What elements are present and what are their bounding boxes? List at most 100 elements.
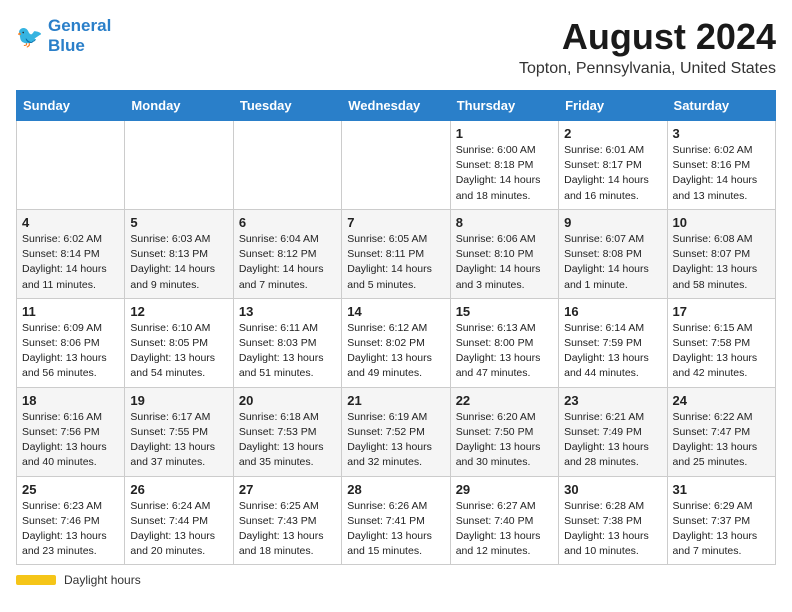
day-info: Sunrise: 6:27 AMSunset: 7:40 PMDaylight:… (456, 499, 553, 560)
svg-text:🐦: 🐦 (16, 23, 43, 48)
day-number: 22 (456, 393, 553, 408)
calendar-cell: 17 Sunrise: 6:15 AMSunset: 7:58 PMDayligh… (667, 298, 775, 387)
day-info: Sunrise: 6:17 AMSunset: 7:55 PMDaylight:… (130, 410, 227, 471)
calendar-cell: 19 Sunrise: 6:17 AMSunset: 7:55 PMDayligh… (125, 387, 233, 476)
day-info: Sunrise: 6:26 AMSunset: 7:41 PMDaylight:… (347, 499, 444, 560)
day-info: Sunrise: 6:14 AMSunset: 7:59 PMDaylight:… (564, 321, 661, 382)
day-info: Sunrise: 6:15 AMSunset: 7:58 PMDaylight:… (673, 321, 770, 382)
daylight-label: Daylight hours (64, 573, 141, 587)
day-info: Sunrise: 6:29 AMSunset: 7:37 PMDaylight:… (673, 499, 770, 560)
day-info: Sunrise: 6:25 AMSunset: 7:43 PMDaylight:… (239, 499, 336, 560)
calendar-cell: 9Sunrise: 6:07 AMSunset: 8:08 PMDaylight… (559, 209, 667, 298)
day-number: 13 (239, 304, 336, 319)
calendar-cell: 29 Sunrise: 6:27 AMSunset: 7:40 PMDayligh… (450, 476, 558, 565)
day-number: 11 (22, 304, 119, 319)
logo-general: General (48, 16, 111, 35)
calendar-cell: 31 Sunrise: 6:29 AMSunset: 7:37 PMDayligh… (667, 476, 775, 565)
day-number: 1 (456, 126, 553, 141)
day-info: Sunrise: 6:12 AMSunset: 8:02 PMDaylight:… (347, 321, 444, 382)
day-number: 8 (456, 215, 553, 230)
day-info: Sunrise: 6:11 AMSunset: 8:03 PMDaylight:… (239, 321, 336, 382)
weekday-header-sunday: Sunday (17, 91, 125, 121)
weekday-header-friday: Friday (559, 91, 667, 121)
day-number: 5 (130, 215, 227, 230)
calendar-cell: 8 Sunrise: 6:06 AMSunset: 8:10 PMDaylight… (450, 209, 558, 298)
day-info: Sunrise: 6:02 AMSunset: 8:16 PMDaylight:… (673, 143, 770, 204)
day-number: 31 (673, 482, 770, 497)
day-number: 29 (456, 482, 553, 497)
calendar-cell: 24 Sunrise: 6:22 AMSunset: 7:47 PMDayligh… (667, 387, 775, 476)
day-info: Sunrise: 6:13 AMSunset: 8:00 PMDaylight:… (456, 321, 553, 382)
day-info: Sunrise: 6:01 AMSunset: 8:17 PMDaylight:… (564, 143, 661, 204)
day-info: Sunrise: 6:02 AMSunset: 8:14 PMDaylight:… (22, 232, 119, 293)
day-info: Sunrise: 6:16 AMSunset: 7:56 PMDaylight:… (22, 410, 119, 471)
calendar-cell (342, 121, 450, 210)
day-info: Sunrise: 6:06 AMSunset: 8:10 PMDaylight:… (456, 232, 553, 293)
location-title: Topton, Pennsylvania, United States (519, 60, 776, 78)
day-info: Sunrise: 6:19 AMSunset: 7:52 PMDaylight:… (347, 410, 444, 471)
day-number: 18 (22, 393, 119, 408)
calendar-cell: 23Sunrise: 6:21 AMSunset: 7:49 PMDayligh… (559, 387, 667, 476)
calendar-cell: 28Sunrise: 6:26 AMSunset: 7:41 PMDayligh… (342, 476, 450, 565)
day-number: 17 (673, 304, 770, 319)
calendar-cell: 22 Sunrise: 6:20 AMSunset: 7:50 PMDayligh… (450, 387, 558, 476)
day-number: 21 (347, 393, 444, 408)
day-info: Sunrise: 6:05 AMSunset: 8:11 PMDaylight:… (347, 232, 444, 293)
calendar-cell: 12 Sunrise: 6:10 AMSunset: 8:05 PMDayligh… (125, 298, 233, 387)
calendar-cell: 16 Sunrise: 6:14 AMSunset: 7:59 PMDayligh… (559, 298, 667, 387)
calendar-cell: 5Sunrise: 6:03 AMSunset: 8:13 PMDaylight… (125, 209, 233, 298)
calendar-cell: 27 Sunrise: 6:25 AMSunset: 7:43 PMDayligh… (233, 476, 341, 565)
day-info: Sunrise: 6:18 AMSunset: 7:53 PMDaylight:… (239, 410, 336, 471)
calendar-table: SundayMondayTuesdayWednesdayThursdayFrid… (16, 90, 776, 565)
day-number: 3 (673, 126, 770, 141)
logo-icon: 🐦 (16, 22, 44, 50)
title-area: August 2024 Topton, Pennsylvania, United… (519, 16, 776, 78)
day-info: Sunrise: 6:23 AMSunset: 7:46 PMDaylight:… (22, 499, 119, 560)
calendar-cell: 18 Sunrise: 6:16 AMSunset: 7:56 PMDayligh… (17, 387, 125, 476)
weekday-header-saturday: Saturday (667, 91, 775, 121)
calendar-week-3: 11 Sunrise: 6:09 AMSunset: 8:06 PMDayligh… (17, 298, 776, 387)
day-info: Sunrise: 6:21 AMSunset: 7:49 PMDaylight:… (564, 410, 661, 471)
weekday-header-thursday: Thursday (450, 91, 558, 121)
day-number: 24 (673, 393, 770, 408)
day-number: 15 (456, 304, 553, 319)
calendar-cell: 1 Sunrise: 6:00 AMSunset: 8:18 PMDaylight… (450, 121, 558, 210)
day-number: 12 (130, 304, 227, 319)
daylight-bar-icon (16, 575, 56, 585)
month-title: August 2024 (519, 16, 776, 58)
day-number: 19 (130, 393, 227, 408)
footer: Daylight hours (16, 573, 776, 587)
calendar-cell: 10 Sunrise: 6:08 AMSunset: 8:07 PMDayligh… (667, 209, 775, 298)
page-header: 🐦 General Blue August 2024 Topton, Penns… (16, 16, 776, 78)
day-info: Sunrise: 6:20 AMSunset: 7:50 PMDaylight:… (456, 410, 553, 471)
day-info: Sunrise: 6:00 AMSunset: 8:18 PMDaylight:… (456, 143, 553, 204)
calendar-cell: 3 Sunrise: 6:02 AMSunset: 8:16 PMDaylight… (667, 121, 775, 210)
calendar-cell: 7 Sunrise: 6:05 AMSunset: 8:11 PMDaylight… (342, 209, 450, 298)
day-number: 16 (564, 304, 661, 319)
calendar-cell (125, 121, 233, 210)
calendar-cell: 13 Sunrise: 6:11 AMSunset: 8:03 PMDayligh… (233, 298, 341, 387)
calendar-week-2: 4Sunrise: 6:02 AMSunset: 8:14 PMDaylight… (17, 209, 776, 298)
day-info: Sunrise: 6:08 AMSunset: 8:07 PMDaylight:… (673, 232, 770, 293)
day-info: Sunrise: 6:09 AMSunset: 8:06 PMDaylight:… (22, 321, 119, 382)
day-number: 10 (673, 215, 770, 230)
day-number: 7 (347, 215, 444, 230)
day-info: Sunrise: 6:10 AMSunset: 8:05 PMDaylight:… (130, 321, 227, 382)
calendar-cell: 2 Sunrise: 6:01 AMSunset: 8:17 PMDaylight… (559, 121, 667, 210)
calendar-cell: 25 Sunrise: 6:23 AMSunset: 7:46 PMDayligh… (17, 476, 125, 565)
day-info: Sunrise: 6:24 AMSunset: 7:44 PMDaylight:… (130, 499, 227, 560)
calendar-cell: 4Sunrise: 6:02 AMSunset: 8:14 PMDaylight… (17, 209, 125, 298)
weekday-header-tuesday: Tuesday (233, 91, 341, 121)
day-number: 25 (22, 482, 119, 497)
logo: 🐦 General Blue (16, 16, 111, 55)
logo-blue: Blue (48, 36, 111, 56)
calendar-cell: 26Sunrise: 6:24 AMSunset: 7:44 PMDayligh… (125, 476, 233, 565)
weekday-header-wednesday: Wednesday (342, 91, 450, 121)
day-info: Sunrise: 6:22 AMSunset: 7:47 PMDaylight:… (673, 410, 770, 471)
day-number: 2 (564, 126, 661, 141)
calendar-cell: 21 Sunrise: 6:19 AMSunset: 7:52 PMDayligh… (342, 387, 450, 476)
weekday-header-row: SundayMondayTuesdayWednesdayThursdayFrid… (17, 91, 776, 121)
day-number: 6 (239, 215, 336, 230)
calendar-cell: 15 Sunrise: 6:13 AMSunset: 8:00 PMDayligh… (450, 298, 558, 387)
day-number: 27 (239, 482, 336, 497)
